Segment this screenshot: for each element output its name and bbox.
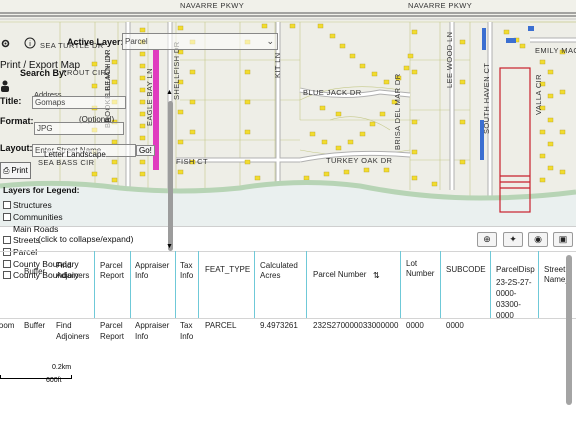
cell-calculated-acres: 9.4973261 xyxy=(260,321,298,330)
legend-checkbox-main-roads[interactable]: Main Roads xyxy=(3,224,58,234)
active-layer-select[interactable]: Parcel ⌄ xyxy=(122,33,278,50)
street-label: FISH CT xyxy=(176,157,208,166)
cell-feat-type: PARCEL xyxy=(205,321,237,330)
street-label: BLUE JACK DR xyxy=(303,88,362,97)
col-header-find-adjoiners[interactable]: Find Adjoiners xyxy=(56,261,89,281)
legend-label: Main Roads xyxy=(13,224,59,234)
street-label: NAVARRE PKWY xyxy=(408,1,473,10)
cell-appraiser-info[interactable]: Appraiser Info xyxy=(135,320,169,342)
legend-checkbox-communities[interactable]: Communities xyxy=(3,212,63,222)
cell-zoom[interactable]: Zoom xyxy=(0,320,14,331)
street-label: LEE WOOD LN xyxy=(445,31,454,89)
col-header-street-name[interactable]: Street Name xyxy=(544,265,565,285)
chevron-down-icon: ⌄ xyxy=(266,36,274,46)
search-by-label: Search By: xyxy=(20,68,68,78)
title-input[interactable]: Gomaps xyxy=(32,96,126,109)
col-header-calculated-acres[interactable]: Calculated Acres xyxy=(260,261,298,281)
legend-label: Communities xyxy=(13,212,63,222)
print-button[interactable]: ⎙ Print xyxy=(0,162,31,179)
map-view[interactable]: NAVARRE PKWY NAVARRE PKWY EMILY MAG TROU… xyxy=(0,0,576,226)
scroll-up-icon[interactable]: ▲ xyxy=(166,89,173,96)
layout-label: Layout: xyxy=(0,143,33,153)
selected-parcel-outline xyxy=(499,67,531,213)
go-button[interactable]: Go! xyxy=(136,145,155,156)
street-label: LILLIAN LN xyxy=(103,52,112,95)
cell-find-adjoiners[interactable]: Find Adjoiners xyxy=(56,320,89,342)
col-header-parcel-number[interactable]: Parcel Number xyxy=(313,270,366,280)
printer-icon: ⎙ xyxy=(3,165,10,175)
street-label: VALLA CIR xyxy=(534,74,543,115)
legend-label: Structures xyxy=(13,200,52,210)
col-header-parcel-disp[interactable]: ParcelDisp xyxy=(496,265,535,275)
collapse-hint[interactable]: (click to collapse/expand) xyxy=(38,234,133,244)
legend-checkbox-structures[interactable]: Structures xyxy=(3,200,52,210)
layout-value: Letter Landscape xyxy=(44,150,106,159)
col-header-appraiser-info[interactable]: Appraiser Info xyxy=(135,261,169,281)
magic-wand-icon[interactable]: ✦ xyxy=(503,232,523,247)
street-label: EAGLE BAY LN xyxy=(145,68,154,126)
format-select[interactable]: JPG xyxy=(34,122,124,135)
legend-label: Parcel xyxy=(13,247,38,257)
col-header-feat-type[interactable]: FEAT_TYPE xyxy=(205,265,250,275)
svg-text:i: i xyxy=(29,41,31,48)
format-value: JPG xyxy=(37,124,53,133)
target-icon[interactable]: ◉ xyxy=(528,232,548,247)
street-label: EMILY MAG xyxy=(535,46,576,55)
table-scrollbar-thumb[interactable] xyxy=(566,255,572,405)
cell-tax-info[interactable]: Tax Info xyxy=(180,320,193,342)
legend-checkbox-streets[interactable]: Streets xyxy=(3,235,40,245)
title-value: Gomaps xyxy=(35,98,66,107)
cell-lot-number: 0000 xyxy=(406,321,424,330)
scale-km: 0.2km xyxy=(52,364,72,371)
col-header-parcel-report[interactable]: Parcel Report xyxy=(100,261,124,281)
panel-scrollbar[interactable]: ▲ ▼ xyxy=(166,89,175,253)
cell-parcel-report[interactable]: Parcel Report xyxy=(100,320,124,342)
scroll-down-icon[interactable]: ▼ xyxy=(166,243,173,250)
legend-checkbox-parcel[interactable]: Parcel xyxy=(3,247,37,257)
col-header-lot-number[interactable]: Lot Number xyxy=(406,259,434,279)
active-layer-value: Parcel xyxy=(125,37,148,46)
zoom-in-icon[interactable]: ⊕ xyxy=(477,232,497,247)
street-label: BRISA DEL MAR DR xyxy=(393,73,402,150)
title-label: Title: xyxy=(0,96,22,106)
legend-label: Streets xyxy=(13,235,40,245)
results-panel: ⊕ ✦ ◉ ▣ Main Roads Streets (click to col… xyxy=(0,89,576,432)
cell-parcel-disp: 23-2S-27- 0000- 03300- 0000 xyxy=(496,278,532,320)
street-label: TURKEY OAK DR xyxy=(326,156,393,165)
col-header-subcode[interactable]: SUBCODE xyxy=(446,265,486,275)
cell-subcode: 0000 xyxy=(446,321,464,330)
cell-buffer[interactable]: Buffer xyxy=(24,320,45,331)
sort-icon[interactable]: ⇅ xyxy=(373,271,380,280)
buffer-label: Buffer xyxy=(24,267,46,276)
street-label: KIT LN xyxy=(273,52,282,78)
street-label: SOUTH HAVEN CT xyxy=(482,62,491,134)
active-layer-label: Active Layer: xyxy=(67,37,124,47)
scrollbar-thumb[interactable] xyxy=(168,101,173,251)
legend-title: Layers for Legend: xyxy=(3,185,80,195)
street-label: SEA BASS CIR xyxy=(38,158,95,167)
export-excel-icon[interactable]: ▣ xyxy=(553,232,573,247)
street-label: NAVARRE PKWY xyxy=(180,1,245,10)
col-header-tax-info[interactable]: Tax Info xyxy=(180,261,193,281)
format-label: Format: xyxy=(0,116,34,126)
table-header-border xyxy=(0,318,576,319)
print-button-label: Print xyxy=(11,166,28,175)
cell-parcel-number: 232S270000033000000 xyxy=(313,321,399,330)
scale-ft: 600ft xyxy=(46,377,62,384)
